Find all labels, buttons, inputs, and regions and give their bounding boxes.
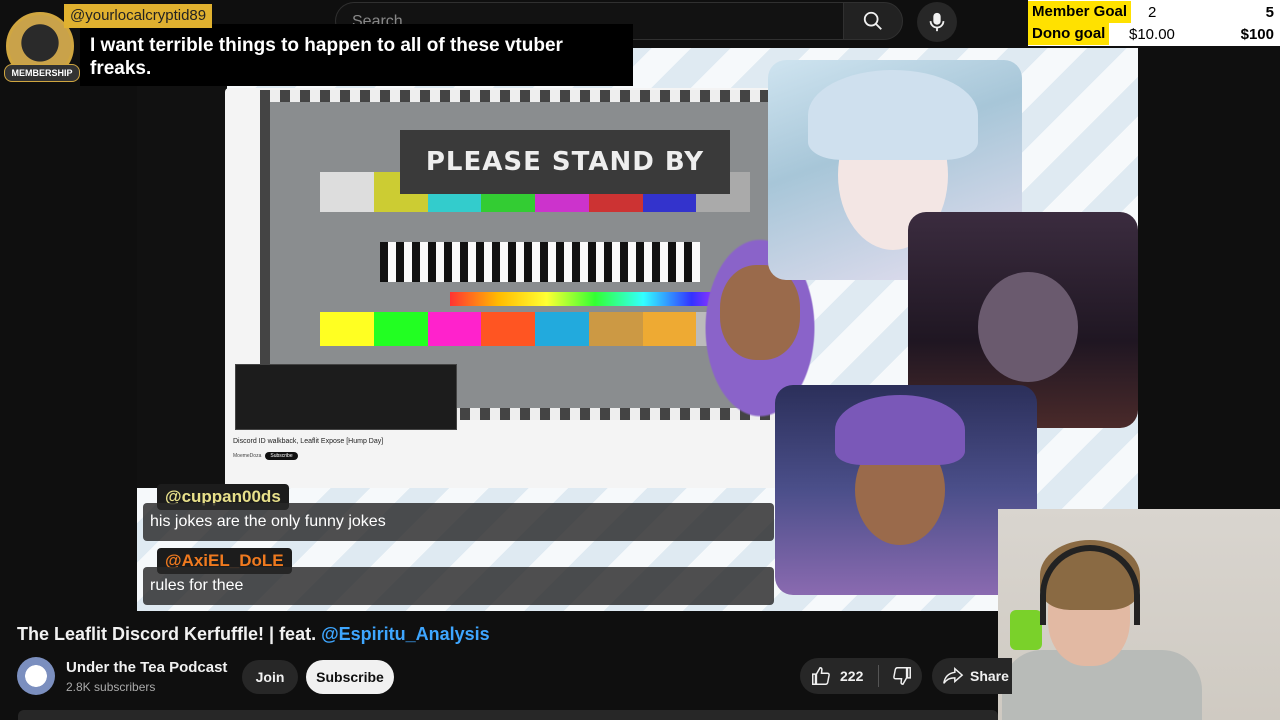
video-title-text: The Leaflit Discord Kerfuffle! | feat. <box>17 624 322 644</box>
search-icon <box>863 11 882 30</box>
voice-search-button[interactable] <box>917 2 957 42</box>
inner-subscribe-button: Subscribe <box>265 452 298 460</box>
like-dislike-group: 222 <box>800 658 922 694</box>
inner-video-title: Discord ID walkback, Leaflit Expose [Hum… <box>233 438 384 445</box>
pattern-blocks <box>380 242 700 282</box>
dono-goal-row: Dono goal $10.00 $100 <box>1028 23 1280 45</box>
search-button[interactable] <box>843 2 903 40</box>
membership-badge: MEMBERSHIP <box>4 64 80 82</box>
title-mention-link[interactable]: @Espiritu_Analysis <box>321 624 490 644</box>
channel-name[interactable]: Under the Tea Podcast <box>66 659 227 676</box>
dislike-button[interactable] <box>884 658 920 694</box>
youtube-watch-page: Search PLEASE STAND BY Discord ID walkba… <box>0 0 1280 720</box>
like-count: 222 <box>840 668 864 684</box>
superchat-message: I want terrible things to happen to all … <box>80 24 633 86</box>
dono-goal-target: $100 <box>1240 25 1274 43</box>
chat-message: his jokes are the only funny jokes <box>143 503 774 541</box>
inner-live-chat <box>235 364 457 430</box>
mic-icon <box>929 12 945 32</box>
share-icon <box>943 667 964 684</box>
superchat-overlay: I want terrible things to happen to all … <box>0 0 633 86</box>
superchat-username: @yourlocalcryptid89 <box>64 4 213 28</box>
dislike-icon <box>893 667 911 685</box>
join-button[interactable]: Join <box>242 660 298 694</box>
channel-avatar[interactable] <box>17 657 55 695</box>
member-goal-target: 5 <box>1265 3 1274 21</box>
dono-goal-label: Dono goal <box>1028 23 1110 45</box>
gaming-chair <box>1010 610 1042 650</box>
inner-channel-name: MoemeDoza <box>233 453 262 459</box>
goals-overlay: Member Goal 2 5 Dono goal $10.00 $100 <box>1028 0 1280 46</box>
like-icon <box>812 667 830 685</box>
video-dark-panel <box>137 48 227 488</box>
standby-title: PLEASE STAND BY <box>400 130 730 194</box>
dono-goal-current: $10.00 <box>1129 25 1175 43</box>
like-divider <box>878 665 879 687</box>
member-goal-row: Member Goal 2 5 <box>1028 1 1280 23</box>
member-goal-current: 2 <box>1148 3 1157 21</box>
like-button[interactable]: 222 <box>800 658 874 694</box>
share-button[interactable]: Share <box>932 658 1012 694</box>
chat-message: rules for thee <box>143 567 774 605</box>
video-title: The Leaflit Discord Kerfuffle! | feat. @… <box>17 624 490 645</box>
member-goal-label: Member Goal <box>1028 1 1132 23</box>
share-label: Share <box>970 668 1009 684</box>
description-box[interactable] <box>18 710 998 720</box>
inner-channel-row: MoemeDoza Subscribe <box>233 452 298 460</box>
subscriber-count: 2.8K subscribers <box>66 680 156 694</box>
subscribe-button[interactable]: Subscribe <box>306 660 394 694</box>
